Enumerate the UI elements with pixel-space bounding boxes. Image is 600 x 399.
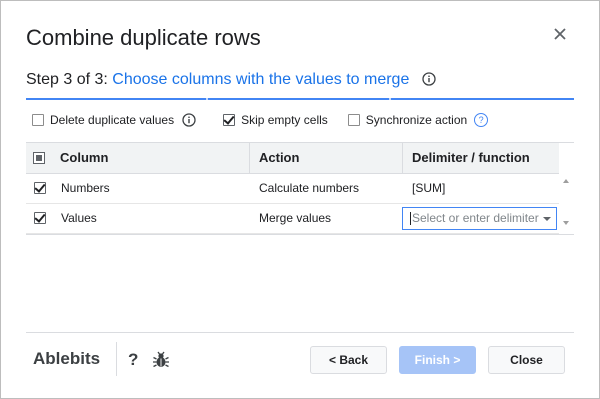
synchronize-label: Synchronize action (365, 113, 468, 127)
bug-icon[interactable] (152, 351, 170, 369)
help-icon[interactable]: ? (128, 350, 138, 370)
footer-separator (116, 342, 117, 376)
ablebits-logo[interactable]: Ablebits (33, 349, 100, 369)
delete-duplicates-option[interactable]: Delete duplicate values (32, 113, 196, 127)
scroll-down-icon[interactable] (563, 221, 569, 225)
step-prefix: Step 3 of 3: (26, 71, 108, 88)
row-column-name: Numbers (61, 181, 110, 195)
header-divider (249, 143, 250, 173)
skip-empty-option[interactable]: Skip empty cells (223, 113, 328, 127)
delimiter-select[interactable]: Select or enter delimiter (402, 207, 557, 230)
row-action[interactable]: Calculate numbers (259, 174, 359, 203)
row-column-name: Values (61, 211, 97, 225)
table-header: Column Action Delimiter / function (26, 143, 559, 174)
synchronize-checkbox[interactable] (347, 114, 360, 126)
scroll-up-icon[interactable] (563, 179, 569, 183)
close-button[interactable]: Close (488, 346, 565, 374)
footer-divider (26, 332, 574, 333)
back-button[interactable]: < Back (310, 346, 387, 374)
table-row: Values Merge values Select or enter deli… (26, 204, 559, 234)
select-all-checkbox[interactable] (33, 152, 45, 164)
row-checkbox[interactable] (34, 182, 46, 194)
caret-down-icon[interactable] (543, 217, 551, 221)
skip-empty-checkbox[interactable] (223, 114, 236, 126)
help-circle-icon[interactable]: ? (474, 113, 489, 127)
row-checkbox[interactable] (34, 212, 46, 224)
table-scrollbar[interactable] (559, 143, 574, 234)
step-text: Choose columns with the values to merge (112, 71, 410, 88)
columns-table: Column Action Delimiter / function Numbe… (26, 142, 574, 235)
column-header-delimiter: Delimiter / function (412, 150, 530, 165)
row-delimiter[interactable]: [SUM] (412, 174, 445, 203)
skip-empty-label: Skip empty cells (241, 113, 328, 127)
info-icon[interactable] (422, 72, 436, 86)
delete-duplicates-label: Delete duplicate values (50, 113, 175, 127)
column-header-action: Action (259, 150, 300, 165)
close-icon[interactable] (551, 25, 569, 43)
delete-duplicates-checkbox[interactable] (32, 114, 44, 126)
options-row: Delete duplicate values Skip empty cells… (32, 113, 489, 127)
step-heading: Step 3 of 3: Choose columns with the val… (26, 71, 436, 89)
header-divider (402, 143, 403, 173)
table-row: Numbers Calculate numbers [SUM] (26, 174, 559, 204)
column-header-column: Column (60, 150, 109, 165)
combine-duplicate-rows-dialog: Combine duplicate rows Step 3 of 3: Choo… (0, 0, 600, 399)
finish-button[interactable]: Finish > (399, 346, 476, 374)
delimiter-placeholder: Select or enter delimiter (412, 211, 539, 225)
dialog-title: Combine duplicate rows (26, 25, 261, 50)
text-cursor (410, 212, 411, 225)
synchronize-option[interactable]: Synchronize action ? (347, 113, 489, 127)
info-icon[interactable] (182, 113, 196, 127)
step-progress-bar (26, 98, 574, 100)
row-action[interactable]: Merge values (259, 204, 331, 233)
